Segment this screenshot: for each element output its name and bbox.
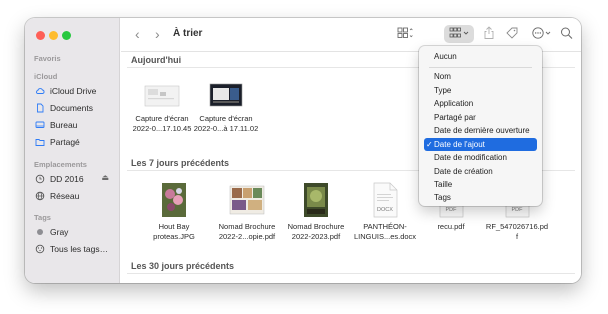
section-title-last-7-days: Les 7 jours précédents	[131, 158, 230, 168]
file-type-badge: PDF	[511, 207, 523, 213]
file-name: Nomad Brochure 2022-2023.pdf	[287, 222, 345, 241]
sidebar-section-tags: Tags	[34, 213, 51, 222]
docx-file-icon: DOCX	[371, 182, 399, 218]
eject-icon[interactable]: ⏏	[101, 173, 109, 182]
share-icon[interactable]	[483, 26, 495, 40]
menu-item-tags[interactable]: Tags	[424, 191, 537, 204]
group-by-icon	[449, 26, 471, 40]
menu-item-type[interactable]: Type	[424, 84, 537, 97]
sidebar-item-reseau[interactable]: Réseau	[35, 189, 115, 202]
sidebar-item-label: Documents	[50, 102, 93, 113]
sidebar-item-label: Partagé	[50, 136, 80, 147]
menu-item-taille[interactable]: Taille	[424, 178, 537, 191]
menu-item-nom[interactable]: Nom	[424, 70, 537, 83]
sidebar-item-dd-2016[interactable]: DD 2016 ⏏	[35, 172, 115, 185]
file-item[interactable]: Hout Bay proteas.JPG	[141, 182, 207, 242]
window-title: À trier	[173, 28, 203, 39]
back-button[interactable]: ‹	[135, 27, 140, 41]
minimize-window-button[interactable]	[49, 31, 58, 40]
file-item[interactable]: Capture d'écran 2022-0...17.10.45	[129, 80, 195, 134]
document-icon	[35, 103, 45, 113]
desktop-icon	[35, 120, 45, 130]
section-divider	[127, 273, 575, 274]
pdf-thumbnail	[303, 182, 329, 218]
section-title-last-30-days: Les 30 jours précédents	[131, 261, 235, 271]
file-type-badge: PDF	[445, 207, 457, 213]
sidebar-item-icloud-drive[interactable]: iCloud Drive	[35, 84, 115, 97]
sidebar-section-favoris: Favoris	[34, 54, 61, 63]
search-icon[interactable]	[560, 26, 573, 40]
screenshot-thumbnail	[143, 80, 181, 110]
zoom-window-button[interactable]	[62, 31, 71, 40]
grid-view-icon[interactable]	[397, 26, 413, 40]
checkmark-icon: ✓	[426, 139, 433, 149]
menu-item-date-modification[interactable]: Date de modification	[424, 151, 537, 164]
cloud-icon	[35, 86, 45, 96]
file-item[interactable]: Capture d'écran 2022-0...à 17.11.02	[193, 80, 259, 134]
sidebar-item-tag-gray[interactable]: Gray	[35, 225, 115, 238]
close-window-button[interactable]	[36, 31, 45, 40]
sidebar-item-label: Gray	[50, 226, 69, 237]
forward-button[interactable]: ›	[155, 27, 160, 41]
group-by-menu: Aucun Nom Type Application Partagé par D…	[419, 46, 542, 206]
menu-item-application[interactable]: Application	[424, 97, 537, 110]
sidebar-item-label: iCloud Drive	[50, 85, 97, 96]
sidebar: Favoris iCloud iCloud Drive Documents Bu…	[25, 18, 120, 283]
sidebar-item-partage[interactable]: Partagé	[35, 135, 115, 148]
file-name: PANTHÉON- LINGUIS...es.docx	[353, 222, 417, 241]
menu-item-date-ajout[interactable]: ✓ Date de l'ajout	[424, 137, 537, 151]
tag-icon[interactable]	[505, 26, 519, 40]
file-name: recu.pdf	[437, 222, 465, 231]
menu-item-label: Date de l'ajout	[434, 139, 485, 149]
file-type-badge: DOCX	[377, 207, 393, 213]
sidebar-item-label: Tous les tags…	[50, 243, 109, 254]
gray-dot-icon	[35, 227, 45, 237]
file-name: Hout Bay proteas.JPG	[153, 222, 195, 241]
globe-icon	[35, 191, 45, 201]
sidebar-item-bureau[interactable]: Bureau	[35, 118, 115, 131]
screenshot-thumbnail	[207, 80, 245, 110]
sidebar-item-label: DD 2016	[50, 173, 84, 184]
sidebar-item-documents[interactable]: Documents	[35, 101, 115, 114]
file-name: Capture d'écran 2022-0...17.10.45	[132, 114, 192, 133]
file-name: Capture d'écran 2022-0...à 17.11.02	[193, 114, 259, 133]
pdf-thumbnail	[229, 182, 265, 218]
sidebar-item-label: Réseau	[50, 190, 80, 201]
file-name: Nomad Brochure 2022-2...opie.pdf	[218, 222, 276, 241]
photo-thumbnail	[161, 182, 187, 218]
clock-drive-icon	[35, 174, 45, 184]
sidebar-item-label: Bureau	[50, 119, 78, 130]
section-title-today: Aujourd'hui	[131, 55, 182, 65]
menu-item-aucun[interactable]: Aucun	[424, 50, 537, 63]
menu-item-date-derniere-ouverture[interactable]: Date de dernière ouverture	[424, 124, 537, 137]
shared-folder-icon	[35, 137, 45, 147]
sidebar-item-all-tags[interactable]: Tous les tags…	[35, 242, 115, 255]
menu-item-date-creation[interactable]: Date de création	[424, 165, 537, 178]
file-name: RF_547026716.pd f	[485, 222, 549, 241]
more-actions-icon[interactable]	[531, 26, 553, 40]
file-item[interactable]: Nomad Brochure 2022-2023.pdf	[283, 182, 349, 242]
file-item[interactable]: DOCX PANTHÉON- LINGUIS...es.docx	[352, 182, 418, 242]
sidebar-section-icloud: iCloud	[34, 72, 58, 81]
all-tags-icon	[35, 244, 45, 254]
sidebar-section-emplacements: Emplacements	[34, 160, 87, 169]
menu-item-partage-par[interactable]: Partagé par	[424, 111, 537, 124]
menu-separator	[429, 67, 532, 68]
file-item[interactable]: Nomad Brochure 2022-2...opie.pdf	[214, 182, 280, 242]
